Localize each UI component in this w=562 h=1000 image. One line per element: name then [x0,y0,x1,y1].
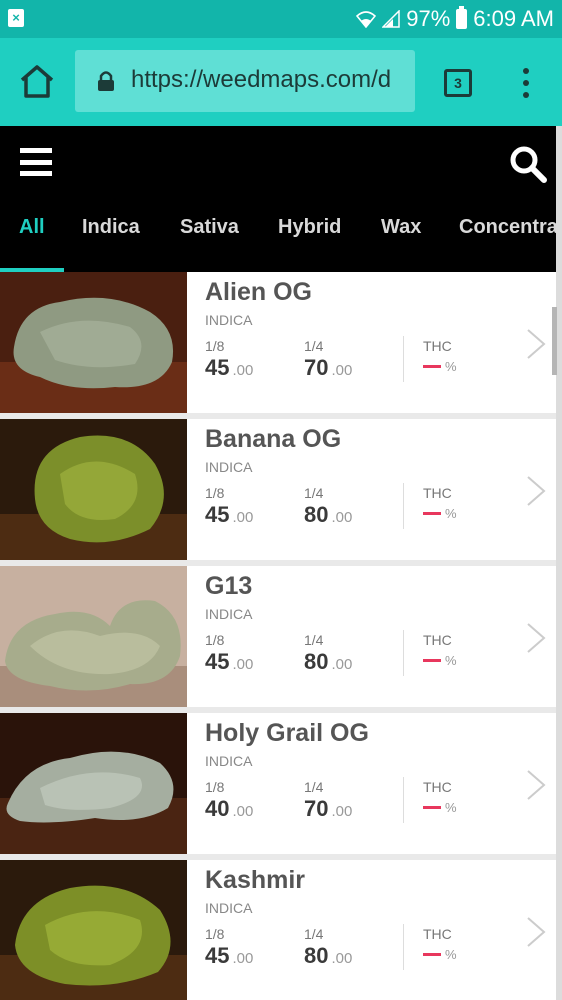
category-tabs: All Indica Sativa Hybrid Wax Concentrate… [0,204,562,272]
site-header: All Indica Sativa Hybrid Wax Concentrate… [0,126,562,272]
thc-info: THC % [423,485,457,521]
price-eighth: 1/8 45.00 [205,632,254,674]
tab-concentrates[interactable]: Concentrates [459,216,562,239]
chevron-right-icon[interactable] [525,622,547,654]
product-name: Alien OG [205,278,312,306]
tab-wax[interactable]: Wax [381,216,421,239]
scrollbar-track[interactable] [556,126,562,1000]
thc-info: THC % [423,779,457,815]
divider [403,777,404,823]
wifi-icon [356,11,377,28]
product-image [0,419,187,560]
product-type: INDICA [205,459,253,475]
chevron-right-icon[interactable] [525,916,547,948]
chevron-right-icon[interactable] [525,769,547,801]
chevron-right-icon[interactable] [525,475,547,507]
lock-icon [98,71,114,91]
product-name: Holy Grail OG [205,719,369,747]
tab-switcher-button[interactable]: 3 [444,69,472,97]
product-name: Kashmir [205,866,306,894]
chevron-right-icon[interactable] [525,328,547,360]
price-eighth: 1/8 45.00 [205,485,254,527]
product-list: Alien OG INDICA 1/8 45.00 1/4 70.00 THC … [0,272,556,1000]
divider [403,483,404,529]
home-icon[interactable] [16,62,58,102]
price-quarter: 1/4 70.00 [304,779,353,821]
status-bar: × 97% 6:09 AM [0,0,562,38]
url-bar[interactable]: https://weedmaps.com/d [75,50,415,112]
product-name: G13 [205,572,253,600]
product-type: INDICA [205,606,253,622]
product-card-alien-og[interactable]: Alien OG INDICA 1/8 45.00 1/4 70.00 THC … [0,272,556,419]
battery-icon [456,6,468,29]
thc-info: THC % [423,338,457,374]
tab-hybrid[interactable]: Hybrid [278,216,341,239]
product-name: Banana OG [205,425,342,453]
tab-sativa[interactable]: Sativa [180,216,239,239]
product-card-g13[interactable]: G13 INDICA 1/8 45.00 1/4 80.00 THC % [0,566,556,713]
battery-percent: 97% [406,6,451,31]
close-box-icon: × [8,9,24,27]
thc-info: THC % [423,926,457,962]
product-type: INDICA [205,312,253,328]
product-image [0,272,187,413]
price-quarter: 1/4 80.00 [304,926,353,968]
clock: 6:09 AM [473,6,554,31]
divider [403,336,404,382]
product-card-kashmir[interactable]: Kashmir INDICA 1/8 45.00 1/4 80.00 THC % [0,860,556,1000]
price-quarter: 1/4 80.00 [304,632,353,674]
product-card-banana-og[interactable]: Banana OG INDICA 1/8 45.00 1/4 80.00 THC… [0,419,556,566]
browser-toolbar: https://weedmaps.com/d 3 [0,38,562,126]
search-icon[interactable] [508,144,548,184]
product-image [0,713,187,854]
price-quarter: 1/4 70.00 [304,338,353,380]
thc-info: THC % [423,632,457,668]
product-image [0,860,187,1000]
price-eighth: 1/8 45.00 [205,926,254,968]
scrollbar-thumb[interactable] [552,307,557,375]
price-quarter: 1/4 80.00 [304,485,353,527]
hamburger-menu-icon[interactable] [20,148,52,176]
product-type: INDICA [205,753,253,769]
more-menu-icon[interactable] [519,68,533,98]
signal-icon [382,10,400,28]
product-card-holy-grail-og[interactable]: Holy Grail OG INDICA 1/8 40.00 1/4 70.00… [0,713,556,860]
price-eighth: 1/8 45.00 [205,338,254,380]
divider [403,630,404,676]
url-text: https://weedmaps.com/d [131,66,392,93]
product-type: INDICA [205,900,253,916]
divider [403,924,404,970]
tab-indica[interactable]: Indica [82,216,140,239]
tab-all[interactable]: All [19,216,45,239]
price-eighth: 1/8 40.00 [205,779,254,821]
product-image [0,566,187,707]
